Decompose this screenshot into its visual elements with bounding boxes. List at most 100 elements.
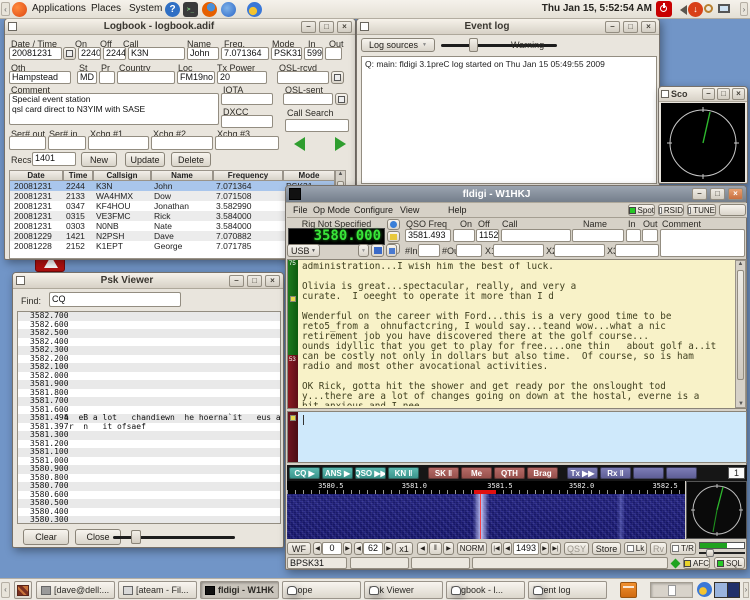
qsl-rcvd-field[interactable] [277,71,329,84]
distributor-logo-icon[interactable] [12,2,27,17]
volume-icon[interactable] [675,5,687,15]
xchg2-field[interactable] [151,136,213,150]
xchg3-field[interactable] [215,136,279,150]
rst-out-field[interactable] [325,47,342,60]
clock[interactable]: Thu Jan 15, 5:52:54 AM [540,3,652,14]
maximize-button[interactable]: □ [717,88,730,100]
taskbar-window-button[interactable]: [ateam - Fil... [118,581,197,599]
txrx-toggle[interactable]: T/R [670,542,696,555]
col-header-callsign[interactable]: Callsign [93,170,151,181]
thunderbird-launcher-icon[interactable] [221,2,236,17]
macro-button[interactable]: CQ ▶ [289,467,320,479]
phase-scope[interactable] [686,481,747,539]
spare-toggle[interactable] [719,204,746,216]
wf-mode-button[interactable]: WF [287,542,311,555]
firefox-launcher-icon[interactable] [202,2,217,17]
frequency-display[interactable]: 3580.000 [288,228,385,245]
col-header-time[interactable]: Time [63,170,93,181]
find-input[interactable]: CQ [49,292,181,307]
macro-button[interactable]: Tx ▶▶ [567,467,598,479]
taskbar-collapse-arrow[interactable]: ‹ [1,582,10,598]
display-icon[interactable] [718,4,730,13]
notification-slot[interactable] [668,585,676,596]
logbook-button[interactable] [371,244,384,257]
menu-file[interactable]: File [293,205,308,215]
menu-op-mode[interactable]: Op Mode [313,205,350,215]
minimize-button[interactable]: – [301,21,316,33]
macro-button[interactable] [666,467,697,479]
carrier-frequency[interactable]: 1493 [513,542,539,555]
sideband-select[interactable]: USB▼ [287,244,320,257]
prev-record-button[interactable] [287,137,305,151]
panel-expand-arrow[interactable]: › [740,2,748,16]
macro-button[interactable]: SK ‖ [428,467,459,479]
event-log-text-area[interactable]: Q: main: fldigi 3.1preC log started on T… [361,56,657,184]
workspace-switcher[interactable] [714,582,740,598]
rsid-toggle[interactable]: RSID [658,204,684,216]
comment-field[interactable]: Special event station qsl card direct to… [9,93,219,125]
scroll-right-button[interactable]: ▶ [443,542,454,555]
qso-freq-field[interactable]: 3581.493 [405,229,451,242]
qsy-button[interactable]: QSY [564,542,589,555]
shift-value[interactable]: 0 [322,542,342,555]
rx-scrollbar[interactable]: ▲ ▼ [735,260,746,408]
afc-toggle[interactable]: AFC [683,557,710,569]
delete-button[interactable]: Delete [171,152,211,167]
zoom-x1-button[interactable]: x1 [395,542,413,555]
scrollbar-thumb[interactable] [737,270,744,380]
psk-slider-handle[interactable] [131,530,141,544]
save-log-button[interactable] [386,244,397,257]
scope-titlebar[interactable]: Sco – □ × [659,87,747,102]
calendar-button[interactable] [63,47,76,60]
call-field[interactable]: K3N [128,47,185,60]
x2-field[interactable] [554,244,605,257]
shift-left-button[interactable]: ◀ [313,542,322,555]
menu-help[interactable]: Help [448,205,467,215]
ser-out-field[interactable] [9,136,46,150]
menu-places[interactable]: Places [91,3,121,14]
trash-applet-icon[interactable] [620,582,637,598]
taskbar-window-button[interactable]: Psk Viewer [364,581,443,599]
qth-field[interactable]: Hampstead [9,71,71,84]
status-mode[interactable]: BPSK31 [287,557,347,569]
network-globe-icon[interactable] [697,582,712,597]
clear-button[interactable]: Clear [23,529,69,545]
show-desktop-button[interactable] [14,581,32,599]
name-field[interactable]: John [187,47,219,60]
st-field[interactable]: MD [77,71,97,84]
new-button[interactable]: New [81,152,117,167]
col-header-name[interactable]: Name [151,170,213,181]
date-field[interactable]: 20081231 [9,47,62,60]
log-sources-dropdown[interactable]: Log sources ▼ [361,38,435,52]
minimize-button[interactable]: – [702,88,715,100]
macro-button[interactable]: KN ‖ [388,467,419,479]
pause-button[interactable]: ‖ [429,542,442,555]
help-icon[interactable]: ? [165,2,180,17]
time-on-field[interactable] [453,229,475,242]
power-button-icon[interactable] [656,1,672,17]
rx-pane[interactable]: 75 53 administration...I wish him the be… [287,259,747,409]
workspace-1[interactable] [715,583,728,597]
iota-field[interactable] [221,93,273,105]
close-button[interactable]: × [728,188,743,200]
update-notifier-icon[interactable]: ↓ [688,2,703,17]
taskbar-window-button[interactable]: [dave@dell:... [36,581,115,599]
qsl-rcvd-date-button[interactable] [331,71,344,84]
ser-in-field[interactable] [48,136,86,150]
browser-globe-icon[interactable] [247,2,262,17]
pr-field[interactable] [99,71,115,84]
log-level-slider-handle[interactable] [469,38,478,52]
call-field[interactable] [501,229,571,242]
taskbar-expand-arrow[interactable]: › [743,582,749,598]
maximize-button[interactable]: □ [247,275,262,287]
psk-channel-row[interactable]: 3580.300 [18,516,280,524]
maximize-button[interactable]: □ [710,188,725,200]
close-button[interactable]: × [265,275,280,287]
close-button[interactable]: × [732,88,745,100]
gain-right-button[interactable]: ▶ [384,542,393,555]
macro-button[interactable]: QTH [494,467,525,479]
scroll-down-icon[interactable]: ▼ [738,401,744,407]
macro-button[interactable]: Brag [527,467,558,479]
tx-pane[interactable] [287,411,747,463]
loc-field[interactable]: FM19no [177,71,215,84]
